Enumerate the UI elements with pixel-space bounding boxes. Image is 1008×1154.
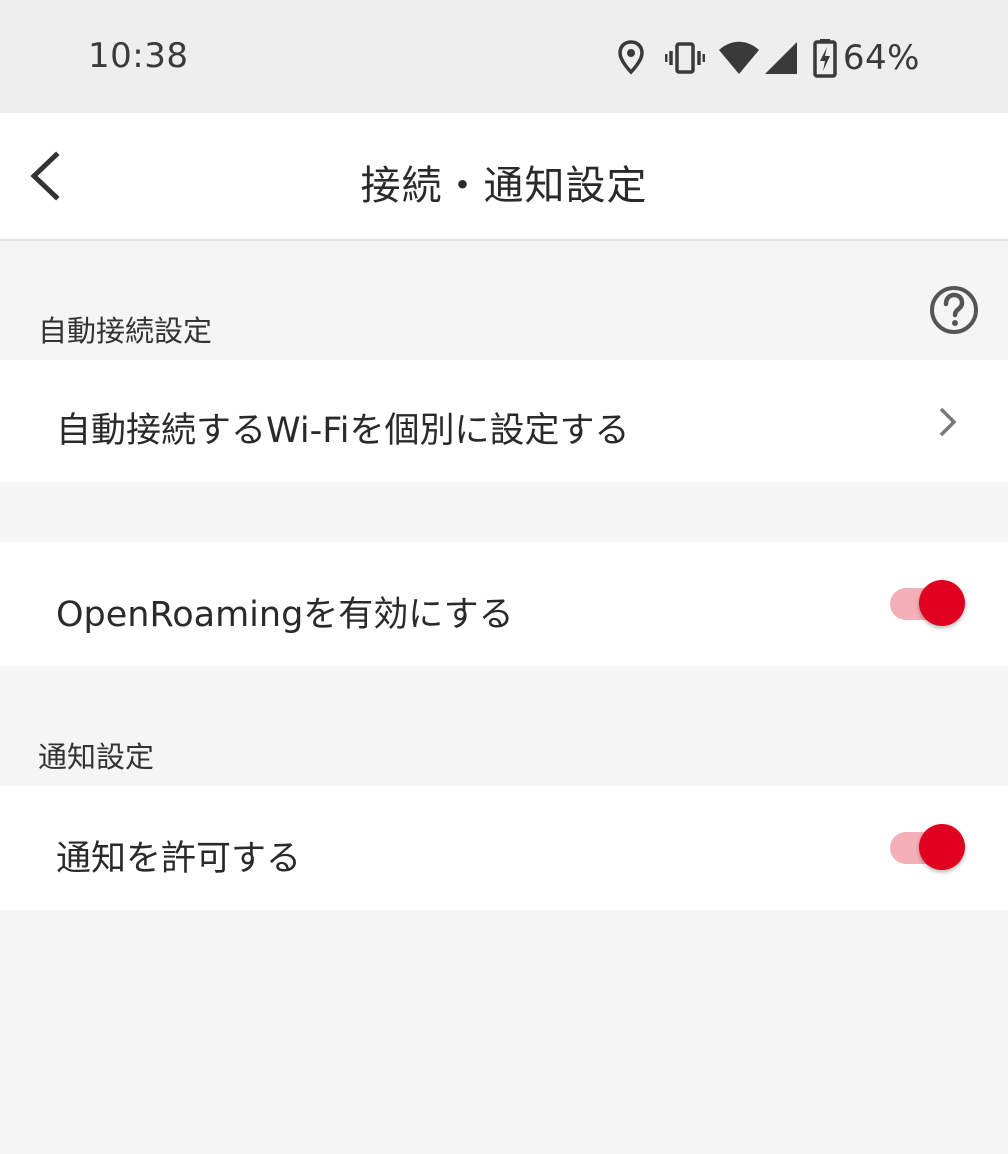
openroaming-label: OpenRoamingを有効にする [56,595,514,635]
page-title: 接続・通知設定 [360,163,648,209]
auto-connect-wifi-label: 自動接続するWi-Fiを個別に設定する [56,411,630,451]
section-header-notifications: 通知設定 [38,740,155,774]
help-circle-icon [930,286,978,334]
status-icons: 64% [611,36,920,80]
notifications-allow-label: 通知を許可する [56,839,302,879]
vibrate-icon [664,36,705,80]
openroaming-toggle[interactable] [890,580,966,628]
cell-signal-icon [763,36,799,80]
section-header-auto-connect: 自動接続設定 [38,314,213,348]
wifi-icon [717,36,761,80]
notifications-row: 通知を許可する [0,786,1008,910]
chevron-right-icon [939,407,957,437]
openroaming-row: OpenRoamingを有効にする [0,542,1008,666]
toggle-thumb [919,580,965,626]
battery-charging-icon [813,36,837,80]
notifications-toggle[interactable] [890,824,966,872]
location-icon [611,36,651,80]
status-bar: 10:38 64% [0,0,1008,113]
auto-connect-wifi-item[interactable]: 自動接続するWi-Fiを個別に設定する [0,360,1008,482]
toggle-thumb [919,824,965,870]
app-bar: 接続・通知設定 [0,113,1008,241]
status-time: 10:38 [88,36,189,76]
help-button[interactable] [928,284,980,336]
battery-percent: 64% [842,38,920,78]
